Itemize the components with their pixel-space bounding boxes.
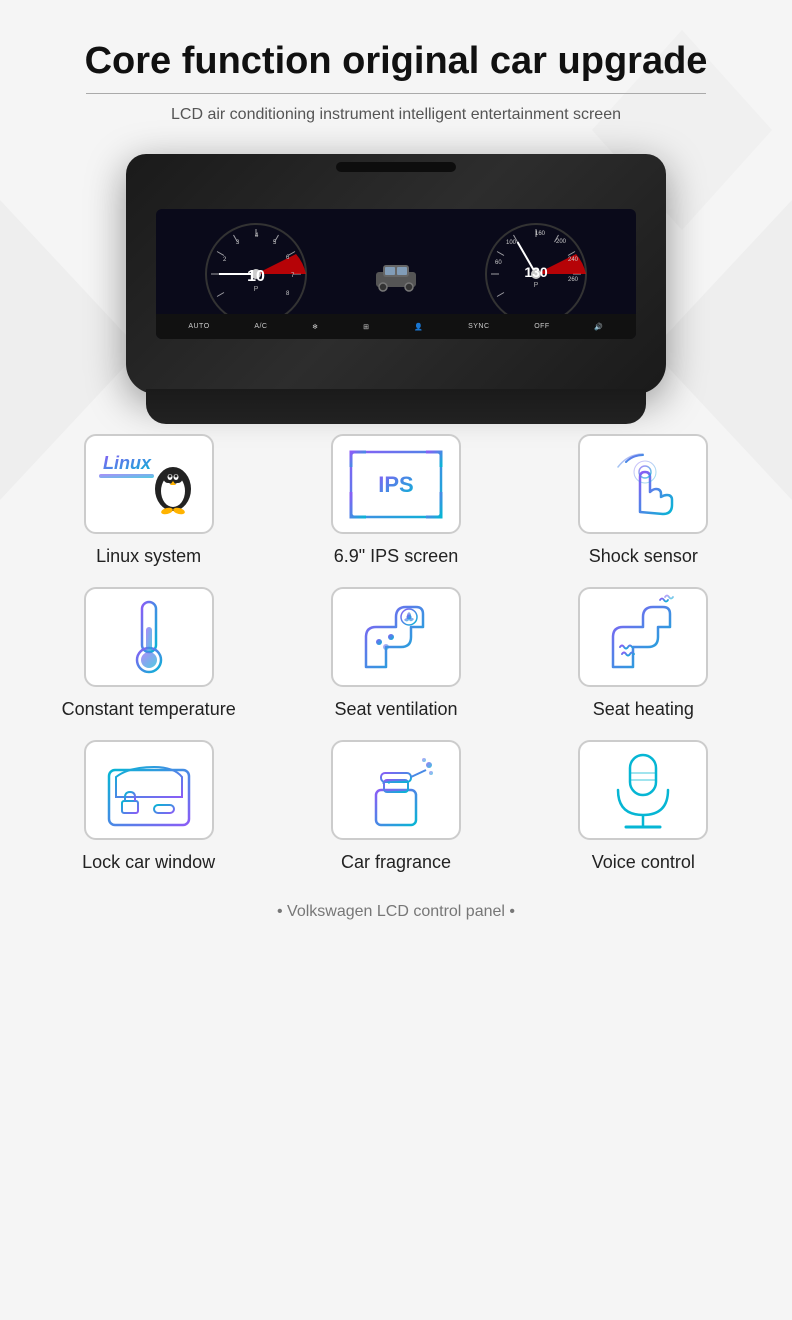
dashboard-frame: 10 P 2 3 4 5 6 7 8 (126, 154, 666, 394)
heating-label: Seat heating (593, 699, 694, 720)
svg-text:160: 160 (535, 231, 546, 237)
temp-icon-box (84, 587, 214, 687)
ctrl-grid: ⊞ (363, 323, 369, 331)
linux-icon-box: Linux (84, 434, 214, 534)
svg-text:240: 240 (568, 257, 579, 263)
svg-text:IPS: IPS (378, 472, 413, 497)
dashboard-area: 10 P 2 3 4 5 6 7 8 (40, 154, 752, 394)
feature-vent: Seat ventilation (287, 587, 504, 720)
car-display (371, 257, 421, 292)
ctrl-person: 👤 (414, 323, 423, 331)
features-grid: Linux (40, 434, 752, 873)
ctrl-auto: AUTO (188, 323, 209, 330)
feature-temp: Constant temperature (40, 587, 257, 720)
footer-text: • Volkswagen LCD control panel • (40, 903, 752, 941)
window-icon-box (84, 740, 214, 840)
feature-shock: Shock sensor (535, 434, 752, 567)
svg-text:10: 10 (247, 268, 265, 285)
vent-label: Seat ventilation (334, 699, 457, 720)
voice-label: Voice control (592, 852, 695, 873)
ctrl-sync: SYNC (468, 323, 489, 330)
ctrl-sound: 🔊 (594, 323, 603, 331)
linux-label: Linux system (96, 546, 201, 567)
svg-text:P: P (534, 282, 539, 289)
svg-text:60: 60 (495, 260, 502, 266)
svg-text:260: 260 (568, 277, 579, 283)
ctrl-off: OFF (534, 323, 550, 330)
temp-label: Constant temperature (62, 699, 236, 720)
ctrl-fan: ❄ (312, 323, 318, 331)
feature-window: Lock car window (40, 740, 257, 873)
fragrance-label: Car fragrance (341, 852, 451, 873)
feature-heating: Seat heating (535, 587, 752, 720)
vent-icon-box (331, 587, 461, 687)
svg-text:200: 200 (556, 239, 567, 245)
voice-icon-box (578, 740, 708, 840)
feature-fragrance: Car fragrance (287, 740, 504, 873)
bottom-controls: AUTO A/C ❄ ⊞ 👤 SYNC OFF 🔊 (156, 314, 636, 339)
svg-text:130: 130 (524, 264, 548, 280)
dashboard-screen: 10 P 2 3 4 5 6 7 8 (156, 209, 636, 339)
title-divider (86, 93, 706, 94)
shock-label: Shock sensor (589, 546, 698, 567)
shock-icon-box (578, 434, 708, 534)
svg-text:P: P (254, 286, 259, 293)
window-label: Lock car window (82, 852, 215, 873)
feature-linux: Linux (40, 434, 257, 567)
feature-ips: IPS 6.9" IPS screen (287, 434, 504, 567)
ctrl-ac: A/C (254, 323, 267, 330)
feature-voice: Voice control (535, 740, 752, 873)
svg-text:Linux: Linux (103, 453, 152, 473)
ips-label: 6.9" IPS screen (334, 546, 458, 567)
features-section: Linux (40, 434, 752, 873)
page-title: Core function original car upgrade (40, 40, 752, 83)
fragrance-icon-box (331, 740, 461, 840)
svg-text:100: 100 (506, 240, 517, 246)
heating-icon-box (578, 587, 708, 687)
page-subtitle: LCD air conditioning instrument intellig… (40, 106, 752, 124)
ips-icon-box: IPS (331, 434, 461, 534)
